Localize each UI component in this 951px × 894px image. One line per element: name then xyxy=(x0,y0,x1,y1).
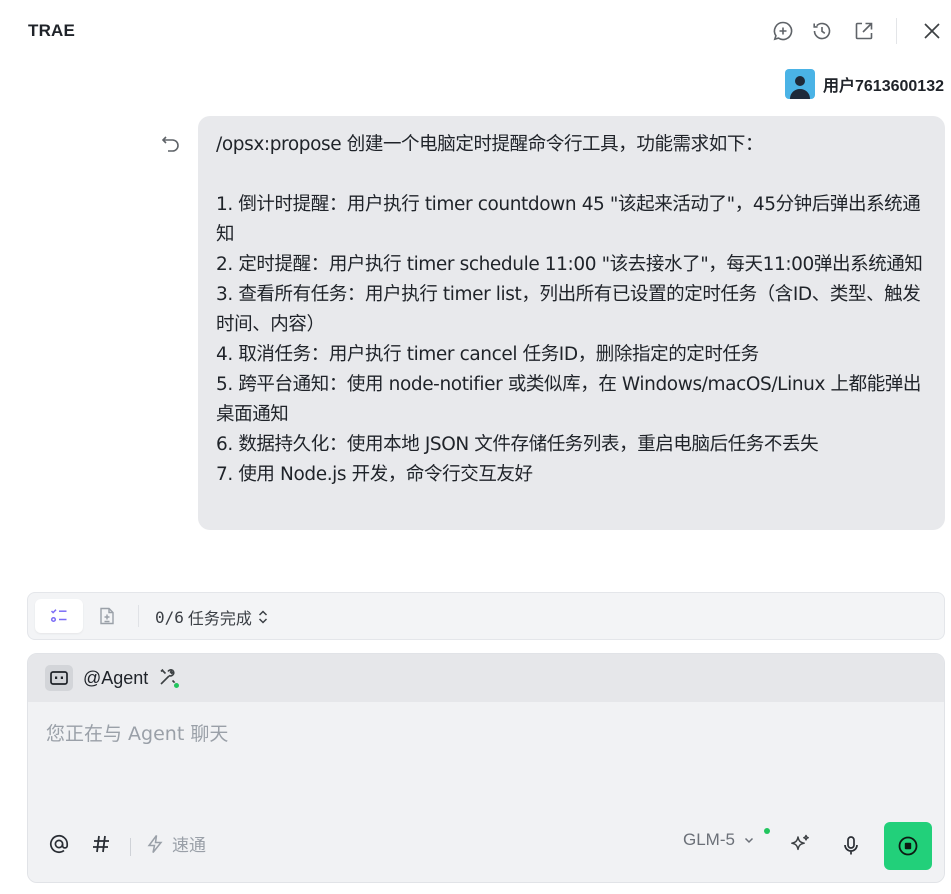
message-line: /opsx:propose 创建一个电脑定时提醒命令行工具，功能需求如下： xyxy=(216,134,764,155)
avatar xyxy=(785,69,815,99)
close-icon[interactable] xyxy=(920,19,944,43)
lightning-icon xyxy=(147,834,163,853)
undo-icon[interactable] xyxy=(160,133,182,155)
file-diff-icon xyxy=(100,607,114,625)
app-title: TRAE xyxy=(28,21,76,40)
user-message-bubble: /opsx:propose 创建一个电脑定时提醒命令行工具，功能需求如下： 1.… xyxy=(198,116,945,530)
task-bar-divider xyxy=(138,605,139,627)
task-count: 0/6 xyxy=(155,607,184,627)
speed-mode-label: 速通 xyxy=(172,836,206,856)
tab-file-diff[interactable] xyxy=(94,599,120,633)
stop-icon xyxy=(898,836,918,856)
agent-status-dot xyxy=(173,682,181,689)
model-status-dot xyxy=(764,828,770,834)
tab-task-list[interactable] xyxy=(35,599,83,633)
message-line: 1. 倒计时提醒：用户执行 timer countdown 45 "该起来活动了… xyxy=(216,194,921,245)
sparkle-icon[interactable] xyxy=(787,832,813,858)
model-name: GLM-5 xyxy=(683,830,735,849)
model-selector[interactable]: GLM-5 xyxy=(683,830,755,850)
message-line: 5. 跨平台通知：使用 node-notifier 或类似库，在 Windows… xyxy=(216,374,922,425)
user-name: 用户7613600132 xyxy=(823,78,944,95)
agent-icon xyxy=(45,665,73,691)
checklist-icon xyxy=(50,609,67,623)
agent-selector[interactable]: @Agent xyxy=(28,654,944,702)
tools-icon[interactable] xyxy=(158,667,181,689)
header: TRAE xyxy=(0,0,951,62)
task-status-toggle[interactable]: 0/6 任务完成 xyxy=(155,605,270,629)
microphone-icon[interactable] xyxy=(839,833,863,859)
message-line: 7. 使用 Node.js 开发，命令行交互友好 xyxy=(216,464,533,485)
header-divider xyxy=(896,18,897,44)
message-line: 6. 数据持久化：使用本地 JSON 文件存储任务列表，重启电脑后任务不丢失 xyxy=(216,434,819,455)
toolbar-divider xyxy=(130,838,131,856)
chevron-down-icon xyxy=(744,837,753,844)
task-progress-bar: 0/6 任务完成 xyxy=(27,592,945,640)
expand-collapse-icon xyxy=(258,610,267,624)
stop-button[interactable] xyxy=(884,822,932,870)
chat-composer: @Agent 速通 xyxy=(27,653,945,883)
mention-icon[interactable] xyxy=(46,831,72,857)
agent-label: @Agent xyxy=(83,667,149,688)
chat-input[interactable] xyxy=(46,716,926,752)
new-chat-icon[interactable] xyxy=(771,19,795,43)
speed-mode-button[interactable]: 速通 xyxy=(146,831,206,856)
hashtag-icon[interactable] xyxy=(88,831,114,857)
message-line: 2. 定时提醒：用户执行 timer schedule 11:00 "该去接水了… xyxy=(216,254,923,275)
message-line: 4. 取消任务：用户执行 timer cancel 任务ID，删除指定的定时任务 xyxy=(216,344,759,365)
open-external-icon[interactable] xyxy=(852,19,876,43)
history-icon[interactable] xyxy=(810,19,834,43)
user-info: 用户7613600132 xyxy=(785,69,944,99)
input-area: 速通 GLM-5 xyxy=(28,702,944,882)
task-status-label: 任务完成 xyxy=(187,609,252,628)
message-line: 3. 查看所有任务：用户执行 timer list，列出所有已设置的定时任务（含… xyxy=(216,284,921,335)
